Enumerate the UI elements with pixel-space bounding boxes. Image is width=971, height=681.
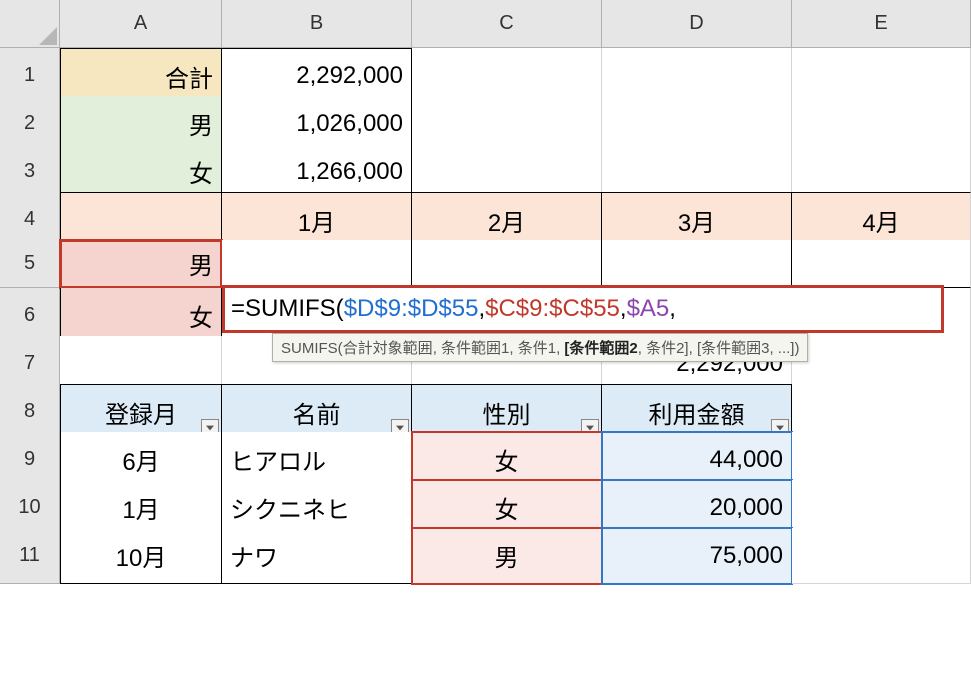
formula-tooltip: SUMIFS(合計対象範囲, 条件範囲1, 条件1, [条件範囲2, 条件2],… <box>272 333 808 362</box>
cell-A5[interactable]: 男 <box>60 240 222 288</box>
chevron-down-icon <box>206 425 214 431</box>
cell-D11[interactable]: 75,000 <box>602 528 792 584</box>
col-header-B[interactable]: B <box>222 0 412 48</box>
tooltip-s2: , <box>509 340 517 357</box>
cell-B5[interactable] <box>222 240 412 288</box>
formula-prefix: =SUMIFS( <box>231 295 344 323</box>
tooltip-s5: , <box>689 340 697 357</box>
cell-E5[interactable] <box>792 240 971 288</box>
tooltip-fn: SUMIFS( <box>281 340 343 357</box>
tooltip-a1: 合計対象範囲 <box>343 340 433 357</box>
chevron-down-icon <box>776 425 784 431</box>
tooltip-a5: 条件2] <box>646 340 689 357</box>
table-header-name: 名前 <box>293 395 341 430</box>
table-header-month: 登録月 <box>105 395 177 430</box>
col-header-C[interactable]: C <box>412 0 602 48</box>
table-header-gender: 性別 <box>483 395 531 430</box>
tooltip-a4: [条件範囲2 <box>564 340 637 357</box>
select-all-corner[interactable] <box>0 0 60 48</box>
tooltip-a3: 条件1 <box>518 340 556 357</box>
formula-arg3: $A5 <box>627 295 670 323</box>
cell-E11[interactable] <box>792 528 971 584</box>
formula-arg1: $D$9:$D$55 <box>344 295 479 323</box>
table-header-amount: 利用金額 <box>649 395 745 430</box>
formula-arg2: $C$9:$C$55 <box>485 295 620 323</box>
col-header-E[interactable]: E <box>792 0 971 48</box>
cell-B11[interactable]: ナワ <box>222 528 412 584</box>
col-header-A[interactable]: A <box>60 0 222 48</box>
tooltip-a2: 条件範囲1 <box>441 340 509 357</box>
chevron-down-icon <box>396 425 404 431</box>
formula-sep2: , <box>620 295 627 323</box>
formula-edit-overlay[interactable]: =SUMIFS($D$9:$D$55,$C$9:$C$55,$A5, <box>222 285 944 333</box>
tooltip-s1: , <box>433 340 441 357</box>
formula-sep3: , <box>669 295 676 323</box>
chevron-down-icon <box>586 425 594 431</box>
tooltip-a6: [条件範囲3, ...]) <box>697 340 800 357</box>
cell-D5[interactable] <box>602 240 792 288</box>
tooltip-s4: , <box>638 340 646 357</box>
row-header-5[interactable]: 5 <box>0 240 60 288</box>
cell-C5[interactable] <box>412 240 602 288</box>
cell-C11[interactable]: 男 <box>412 528 602 584</box>
row-header-11[interactable]: 11 <box>0 528 60 584</box>
col-header-D[interactable]: D <box>602 0 792 48</box>
cell-A11[interactable]: 10月 <box>60 528 222 584</box>
formula-sep1: , <box>478 295 485 323</box>
